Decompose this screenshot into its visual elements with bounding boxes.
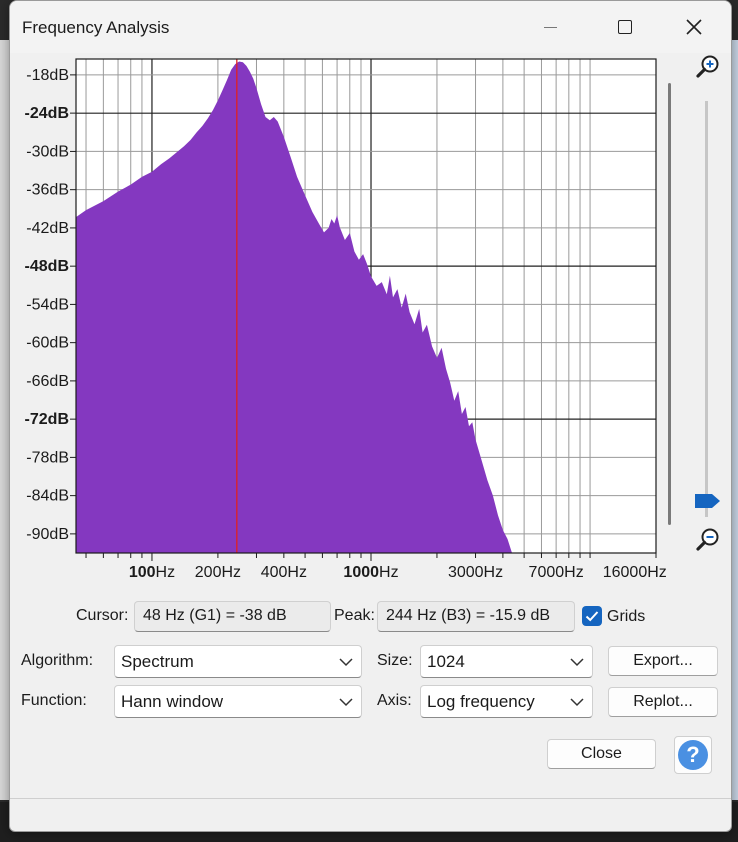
grids-label[interactable]: Grids xyxy=(607,608,645,626)
y-tick-label: -24dB xyxy=(25,105,69,122)
y-tick-label: -18dB xyxy=(26,67,69,84)
y-tick-label: -78dB xyxy=(26,449,69,466)
cursor-readout: 48 Hz (G1) = -38 dB xyxy=(134,601,331,632)
frequency-analysis-window: Frequency Analysis -18dB -24dB -30dB -36dB -… xyxy=(9,0,732,832)
function-select[interactable]: Hann window xyxy=(114,685,362,718)
export-button[interactable]: Export... xyxy=(608,646,718,676)
plot-vertical-scrollbar[interactable] xyxy=(668,83,671,525)
algorithm-label: Algorithm: xyxy=(21,652,94,669)
window-title: Frequency Analysis xyxy=(22,18,170,37)
axis-select[interactable]: Log frequency xyxy=(420,685,593,718)
axis-label: Axis: xyxy=(377,692,412,709)
chevron-down-icon xyxy=(570,658,584,667)
x-tick-label: 200Hz xyxy=(195,564,241,581)
y-tick-label: -72dB xyxy=(25,411,69,428)
function-label: Function: xyxy=(21,692,87,709)
y-tick-label: -36dB xyxy=(26,182,69,199)
y-tick-label: -54dB xyxy=(26,296,69,313)
maximize-icon xyxy=(618,20,632,34)
algorithm-select-value: Spectrum xyxy=(121,652,194,671)
peak-label: Peak: xyxy=(334,607,375,624)
zoom-slider-thumb[interactable] xyxy=(693,492,721,510)
close-window-button[interactable] xyxy=(664,9,724,45)
x-tick-label: 3000Hz xyxy=(448,564,503,581)
chevron-down-icon xyxy=(339,658,353,667)
x-tick-label: 100Hz xyxy=(129,564,175,581)
help-button[interactable]: ? xyxy=(674,736,712,774)
close-icon xyxy=(686,19,702,35)
status-bar-divider xyxy=(10,798,731,799)
x-tick-label: 16000Hz xyxy=(603,564,667,581)
y-tick-label: -84dB xyxy=(26,488,69,505)
x-tick-label: 400Hz xyxy=(261,564,307,581)
y-tick-label: -60dB xyxy=(26,335,69,352)
size-select-value: 1024 xyxy=(427,652,465,671)
zoom-slider-track[interactable] xyxy=(705,101,708,517)
replot-button[interactable]: Replot... xyxy=(608,687,718,717)
y-tick-label: -30dB xyxy=(26,143,69,160)
title-bar[interactable]: Frequency Analysis xyxy=(10,1,731,53)
x-tick-label: 7000Hz xyxy=(529,564,584,581)
axis-select-value: Log frequency xyxy=(427,692,535,711)
size-label: Size: xyxy=(377,652,413,669)
algorithm-select[interactable]: Spectrum xyxy=(114,645,362,678)
close-button[interactable]: Close xyxy=(547,739,656,769)
zoom-in-icon[interactable] xyxy=(694,53,722,81)
y-tick-label: -48dB xyxy=(25,258,69,275)
chevron-down-icon xyxy=(570,698,584,707)
help-icon: ? xyxy=(678,740,708,770)
maximize-button[interactable] xyxy=(595,9,655,45)
size-select[interactable]: 1024 xyxy=(420,645,593,678)
y-tick-label: -66dB xyxy=(26,373,69,390)
chevron-down-icon xyxy=(339,698,353,707)
function-select-value: Hann window xyxy=(121,692,224,711)
peak-readout: 244 Hz (B3) = -15.9 dB xyxy=(377,601,575,632)
minimize-button[interactable] xyxy=(520,9,580,45)
grids-checkbox[interactable] xyxy=(582,606,602,626)
y-tick-label: -42dB xyxy=(26,220,69,237)
minimize-icon xyxy=(543,26,557,28)
cursor-label: Cursor: xyxy=(76,607,129,624)
zoom-out-icon[interactable] xyxy=(694,526,722,554)
spectrum-plot[interactable]: -18dB -24dB -30dB -36dB -42dB -48dB -54dB -60dB… xyxy=(10,53,670,593)
x-tick-label: 1000Hz xyxy=(343,564,398,581)
checkmark-icon xyxy=(585,611,599,622)
y-tick-label: -90dB xyxy=(26,526,69,543)
